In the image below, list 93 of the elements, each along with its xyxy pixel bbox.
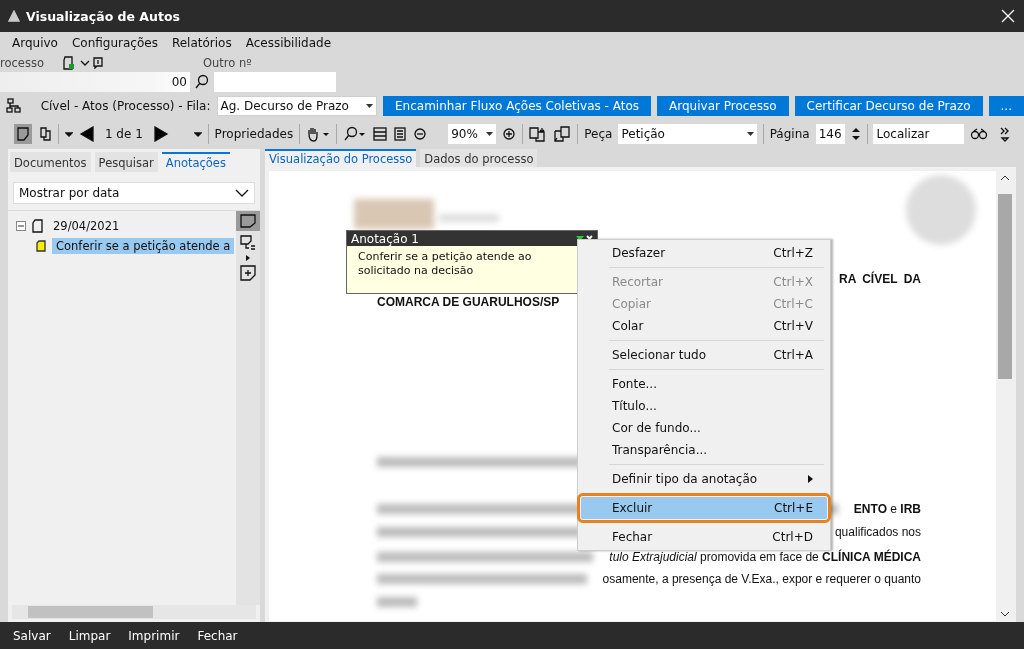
sort-select[interactable]: Mostrar por data	[13, 182, 255, 204]
document-text: osamente, a presença de V.Exa., expor e requerer o quanto	[602, 571, 921, 586]
menu-item[interactable]: Título...	[581, 395, 827, 417]
blurred-text	[377, 596, 417, 607]
previous-icon[interactable]	[78, 126, 95, 142]
footer-button[interactable]: Imprimir	[128, 628, 180, 643]
queue-select[interactable]: Ag. Decurso de Prazo	[216, 96, 377, 116]
field-label: Outro nº	[203, 55, 252, 70]
collapse-icon[interactable]	[16, 221, 26, 231]
piece-label: Peça	[584, 127, 613, 141]
add-note-icon[interactable]	[240, 265, 256, 281]
menu-item[interactable]: Acessibilidade	[245, 36, 332, 50]
dropdown-arrow-icon	[366, 104, 373, 108]
piece-select[interactable]: Petição	[618, 124, 757, 144]
note-title: Anotação 1	[351, 231, 419, 246]
page-field[interactable]: 146	[815, 124, 845, 144]
panel-tab[interactable]: Anotações	[161, 152, 230, 172]
dropdown-arrow-icon	[746, 132, 754, 136]
hand-icon[interactable]	[306, 126, 331, 142]
dropdown-arrow-icon[interactable]	[193, 130, 202, 138]
zoom-select[interactable]: 90%	[448, 124, 497, 144]
fit-page-icon[interactable]	[393, 127, 407, 141]
spinner-icon[interactable]	[850, 126, 861, 142]
panel-tab[interactable]: Pesquisar	[94, 152, 158, 172]
document-text: qualificados nos	[834, 524, 921, 539]
dropdown-arrow-icon	[486, 132, 494, 136]
document-text: COMARCA DE GUARULHOS/SP	[377, 294, 560, 309]
blurred-seal	[906, 175, 976, 245]
page-icon	[17, 127, 29, 141]
document-text: tulo Extrajudicial promovida em face de CLÍNICA MÉDICA	[609, 550, 921, 564]
chevron-down-icon	[235, 189, 249, 197]
page-counter: 1 de 1	[104, 127, 143, 141]
menu-item[interactable]: Transparência...	[581, 439, 827, 461]
overflow-icon[interactable]	[1000, 126, 1010, 142]
next-icon[interactable]	[152, 126, 169, 142]
queue-label: Cível - Atos (Processo) - Fila:	[40, 99, 211, 113]
binoculars-icon[interactable]	[970, 128, 988, 140]
document-text: ENTO e IRB	[853, 501, 921, 516]
document-text: RA CÍVEL DA	[839, 271, 921, 286]
fit-width-icon[interactable]	[373, 127, 387, 141]
menu-item[interactable]: Fonte...	[581, 373, 827, 395]
submenu-arrow-icon	[808, 475, 813, 483]
footer-button[interactable]: Limpar	[68, 628, 111, 643]
footer-button[interactable]: Salvar	[13, 628, 51, 643]
tree-item[interactable]: 29/04/2021	[49, 218, 124, 234]
find-field[interactable]: Localizar	[873, 124, 964, 144]
tree-item[interactable]: Conferir se a petição atende a	[52, 238, 235, 254]
pages-icon[interactable]	[38, 127, 52, 141]
viewer-tab[interactable]: Dados do processo	[420, 149, 538, 167]
menu-item[interactable]: Definir tipo da anotação	[581, 468, 827, 490]
app-icon	[8, 10, 20, 22]
zoom-in-icon[interactable]	[502, 127, 517, 141]
menu-item[interactable]: Selecionar tudo Ctrl+A	[581, 344, 827, 366]
footer-button[interactable]: Fechar	[197, 628, 238, 643]
window-title: Visualização de Autos	[26, 8, 181, 24]
note-button[interactable]	[236, 211, 260, 231]
menu-item[interactable]: Relatórios	[171, 36, 232, 50]
document-icon	[32, 219, 43, 233]
search-icon[interactable]	[194, 74, 210, 90]
note-list-icon[interactable]	[240, 235, 256, 251]
action-button[interactable]: Arquivar Processo	[657, 96, 789, 116]
expand-arrow-icon[interactable]	[245, 255, 251, 261]
note-icon	[240, 214, 256, 228]
page-mode-button[interactable]	[14, 124, 32, 144]
menu-item[interactable]: Colar Ctrl+V	[581, 315, 827, 337]
menu-item[interactable]: Arquivo	[12, 36, 58, 50]
import-pages-icon[interactable]	[553, 126, 572, 142]
workflow-icon	[6, 98, 22, 114]
other-number-field[interactable]	[214, 72, 336, 92]
dropdown-arrow-icon[interactable]	[64, 130, 73, 138]
search-icon[interactable]	[343, 126, 367, 142]
note-icon	[36, 240, 46, 252]
close-icon[interactable]	[1000, 8, 1016, 24]
zoom-out-icon[interactable]	[413, 127, 427, 141]
info-note-icon[interactable]	[93, 56, 103, 69]
scroll-up-icon[interactable]	[1001, 175, 1009, 180]
annotation-note[interactable]: Anotação 1 Conferir se a petição atende ao solicitado na decisão	[346, 230, 598, 294]
properties-button[interactable]: Propriedades	[214, 127, 294, 141]
menu-item[interactable]: Configurações	[71, 36, 158, 50]
viewer-tab[interactable]: Visualização do Processo	[265, 149, 417, 167]
menu-item[interactable]: Cor de fundo...	[581, 417, 827, 439]
process-number-field[interactable]: 00	[0, 72, 190, 92]
action-button[interactable]: Certificar Decurso de Prazo	[794, 96, 983, 116]
export-pages-icon[interactable]	[529, 126, 548, 142]
menu-item[interactable]: Fechar Ctrl+D	[581, 526, 827, 548]
panel-tab[interactable]: Documentos	[10, 152, 91, 172]
page-label: Página	[769, 127, 810, 141]
action-button[interactable]: ...	[988, 96, 1024, 116]
dropdown-arrow-icon[interactable]	[576, 235, 584, 241]
horizontal-scrollbar[interactable]	[12, 605, 256, 619]
scroll-down-icon[interactable]	[1001, 612, 1009, 617]
field-label: rocesso	[0, 55, 45, 70]
action-button[interactable]: Encaminhar Fluxo Ações Coletivas - Atos	[383, 96, 652, 116]
